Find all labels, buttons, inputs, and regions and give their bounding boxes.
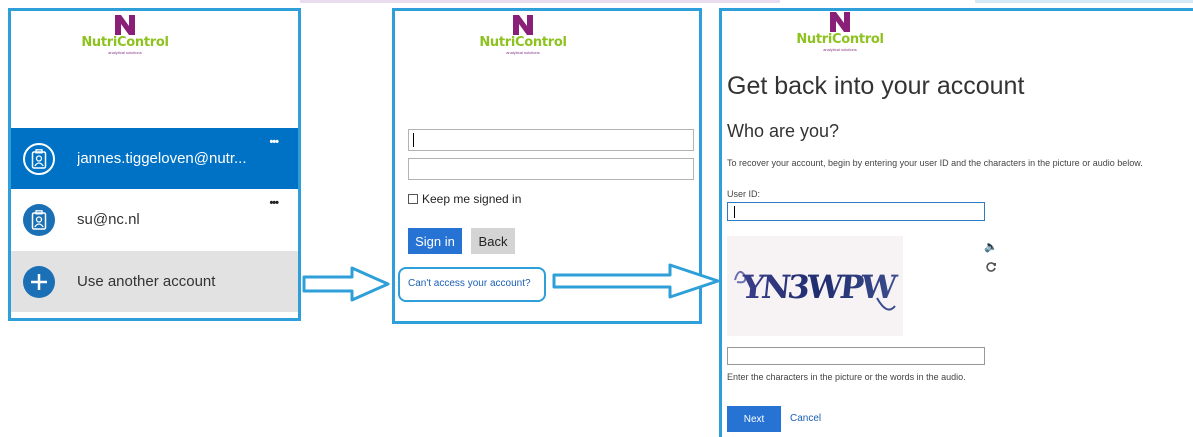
text-caret <box>734 206 735 218</box>
logo-brand-text: NutriControl <box>479 35 567 50</box>
checkbox-box[interactable] <box>408 194 418 204</box>
logo-brand-text: NutriControl <box>81 35 169 50</box>
captcha-hint: Enter the characters in the picture or t… <box>727 372 966 382</box>
text-caret <box>413 133 414 147</box>
nutricontrol-logo: NutriControl analytical solutions <box>75 15 175 55</box>
captcha-image: YN3WPW <box>727 236 903 336</box>
speaker-icon[interactable]: 🔈 <box>984 240 998 253</box>
more-options-icon[interactable]: ••• <box>269 197 279 209</box>
account-recovery-panel: NutriControl analytical solutions Get ba… <box>719 8 1193 437</box>
keep-signed-in-checkbox[interactable]: Keep me signed in <box>408 192 521 206</box>
next-button[interactable]: Next <box>727 406 781 432</box>
logo-tagline: analytical solutions <box>506 50 540 55</box>
user-badge-icon <box>23 203 55 236</box>
plus-icon <box>23 265 55 298</box>
recovery-instruction: To recover your account, begin by enteri… <box>727 158 1143 168</box>
account-name: jannes.tiggeloven@nutr... <box>77 150 247 167</box>
nutricontrol-n-mark <box>830 12 850 32</box>
sign-in-button[interactable]: Sign in <box>408 228 462 254</box>
nutricontrol-logo: NutriControl analytical solutions <box>473 15 573 55</box>
captcha-text: YN3WPW <box>739 268 900 306</box>
cant-access-account-link[interactable]: Can't access your account? <box>408 278 531 289</box>
keep-signed-in-label: Keep me signed in <box>422 192 522 206</box>
refresh-icon[interactable] <box>985 261 997 273</box>
logo-tagline: analytical solutions <box>108 50 142 55</box>
nutricontrol-n-mark <box>115 15 135 35</box>
page-title: Get back into your account <box>727 72 1025 100</box>
top-strip-left <box>300 0 780 3</box>
page-subtitle: Who are you? <box>727 121 840 141</box>
account-item-su[interactable]: su@nc.nl ••• <box>11 189 298 250</box>
account-name: su@nc.nl <box>77 211 140 228</box>
nutricontrol-logo: NutriControl analytical solutions <box>790 12 890 52</box>
account-picker-panel: NutriControl analytical solutions jannes… <box>8 8 301 321</box>
user-id-label: User ID: <box>727 189 761 199</box>
username-input[interactable] <box>408 129 694 151</box>
logo-tagline: analytical solutions <box>823 47 857 52</box>
flow-arrow-icon <box>552 263 720 299</box>
password-input[interactable] <box>408 158 694 180</box>
captcha-answer-input[interactable] <box>727 347 985 365</box>
cancel-link[interactable]: Cancel <box>790 413 821 424</box>
logo-brand-text: NutriControl <box>796 32 884 47</box>
user-id-input[interactable] <box>727 202 985 221</box>
use-another-account-label: Use another account <box>77 273 216 290</box>
top-strip-right <box>975 0 1193 3</box>
nutricontrol-n-mark <box>513 15 533 35</box>
account-item-jannes[interactable]: jannes.tiggeloven@nutr... ••• <box>11 128 298 189</box>
more-options-icon[interactable]: ••• <box>269 136 279 148</box>
use-another-account-item[interactable]: Use another account <box>11 251 298 312</box>
flow-arrow-icon <box>302 266 390 302</box>
back-button[interactable]: Back <box>471 228 515 254</box>
user-badge-icon <box>23 142 55 175</box>
